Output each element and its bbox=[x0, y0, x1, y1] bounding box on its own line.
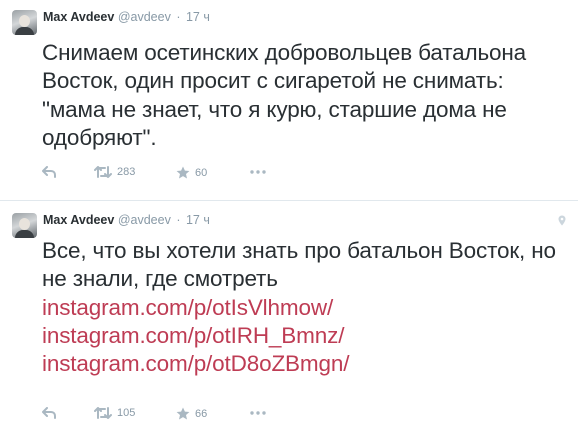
reply-icon bbox=[42, 166, 56, 178]
timestamp[interactable]: 17 ч bbox=[186, 213, 210, 227]
more-icon bbox=[250, 170, 266, 174]
favorite-count: 66 bbox=[195, 407, 208, 420]
author-handle[interactable]: @avdeev bbox=[118, 213, 171, 227]
reply-button[interactable] bbox=[42, 166, 56, 178]
avatar[interactable] bbox=[12, 10, 37, 35]
author-name[interactable]: Max Avdeev bbox=[43, 10, 114, 24]
tweet-header: Max Avdeev @avdeev · 17 ч bbox=[43, 213, 210, 227]
favorite-button[interactable]: 66 bbox=[176, 407, 207, 420]
reply-button[interactable] bbox=[42, 407, 56, 419]
tweet-body: Все, что вы хотели знать про батальон Во… bbox=[42, 238, 556, 292]
retweet-count: 283 bbox=[117, 166, 136, 178]
instagram-link[interactable]: instagram.com/p/otIsVlhmow/ bbox=[42, 294, 572, 322]
avatar[interactable] bbox=[12, 213, 37, 238]
tweet-header: Max Avdeev @avdeev · 17 ч bbox=[43, 10, 210, 24]
retweet-icon bbox=[94, 407, 112, 419]
more-button[interactable] bbox=[250, 411, 266, 415]
more-icon bbox=[250, 411, 266, 415]
location-pin-icon[interactable] bbox=[558, 215, 566, 226]
favorite-count: 60 bbox=[195, 166, 208, 179]
instagram-link[interactable]: instagram.com/p/otD8oZBmgn/ bbox=[42, 350, 572, 378]
retweet-count: 105 bbox=[117, 407, 136, 419]
retweet-icon bbox=[94, 166, 112, 178]
separator: · bbox=[176, 213, 181, 227]
tweet-text: Снимаем осетинских добровольцев батальон… bbox=[42, 39, 572, 152]
favorite-icon bbox=[176, 407, 190, 420]
reply-icon bbox=[42, 407, 56, 419]
instagram-link[interactable]: instagram.com/p/otIRH_Bmnz/ bbox=[42, 322, 572, 350]
retweet-button[interactable]: 105 bbox=[94, 407, 135, 419]
more-button[interactable] bbox=[250, 170, 266, 174]
author-name[interactable]: Max Avdeev bbox=[43, 213, 114, 227]
favorite-button[interactable]: 60 bbox=[176, 166, 207, 179]
separator: · bbox=[176, 10, 181, 24]
tweet-body: Снимаем осетинских добровольцев батальон… bbox=[42, 40, 527, 150]
timestamp[interactable]: 17 ч bbox=[186, 10, 210, 24]
author-handle[interactable]: @avdeev bbox=[118, 10, 171, 24]
tweet[interactable]: Max Avdeev @avdeev · 17 ч Снимаем осетин… bbox=[0, 0, 578, 200]
tweet[interactable]: Max Avdeev @avdeev · 17 ч Все, что вы хо… bbox=[0, 200, 578, 430]
tweet-text: Все, что вы хотели знать про батальон Во… bbox=[42, 237, 572, 378]
retweet-button[interactable]: 283 bbox=[94, 166, 135, 178]
favorite-icon bbox=[176, 166, 190, 179]
